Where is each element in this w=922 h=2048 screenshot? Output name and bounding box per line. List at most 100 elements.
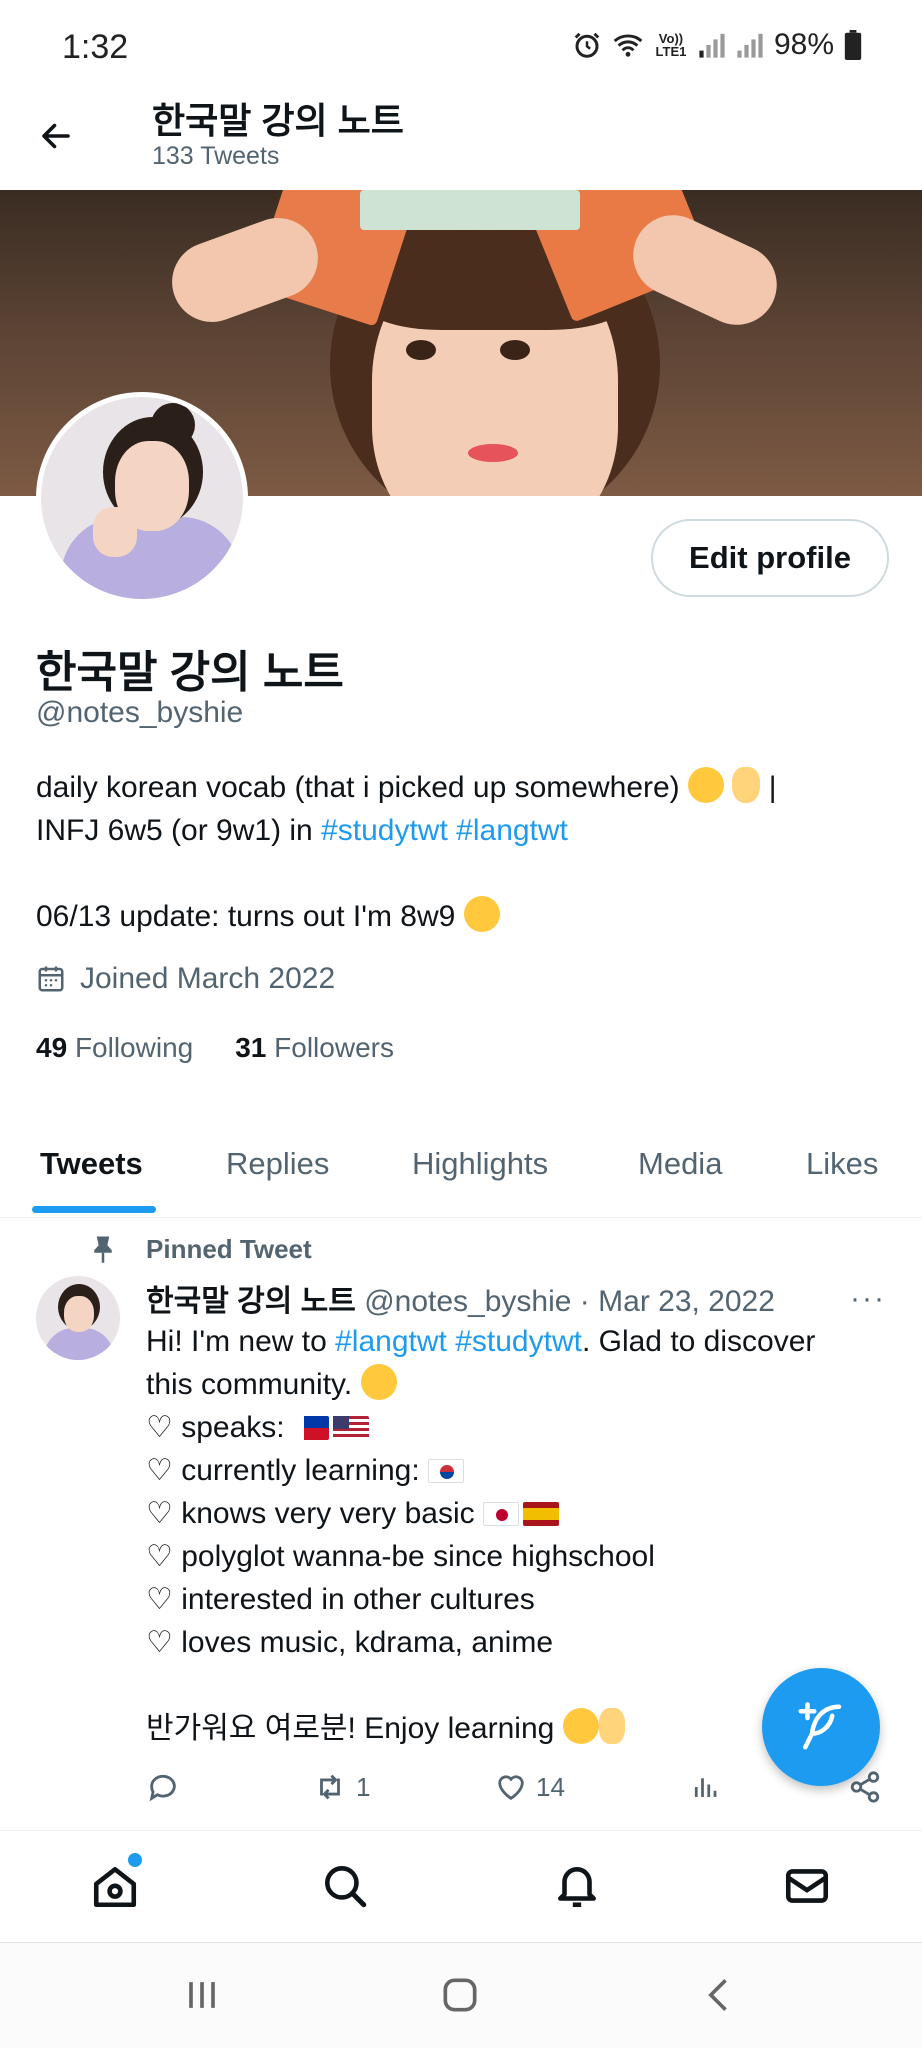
tab-tweets[interactable]: Tweets [40, 1146, 143, 1182]
philippines-flag-icon [292, 1416, 329, 1440]
compose-icon [798, 1702, 842, 1750]
tweet-line: Hi! I'm new to [146, 1325, 336, 1358]
hashtag-studytwt-link[interactable]: #studytwt [321, 814, 448, 847]
tweet-text: Hi! I'm new to #langtwt #studytwt. Glad … [146, 1320, 886, 1750]
views-icon [694, 1778, 717, 1797]
bio-line-1: daily korean vocab (that i picked up som… [36, 771, 680, 804]
wifi-icon [613, 34, 643, 57]
like-button[interactable]: 14 [494, 1770, 565, 1804]
spain-flag-icon [523, 1502, 559, 1526]
tweet-author-handle[interactable]: @notes_byshie [364, 1285, 571, 1318]
profile-name: 한국말 강의 노트 [36, 648, 344, 697]
status-icons: Vo)) LTE1 98% [572, 28, 862, 62]
retweet-button[interactable]: 1 [312, 1770, 370, 1804]
status-time: 1:32 [62, 28, 129, 66]
pin-icon [94, 1236, 112, 1263]
active-tab-indicator [32, 1206, 156, 1213]
nav-search[interactable] [318, 1859, 372, 1913]
views-button[interactable] [690, 1770, 720, 1804]
heart-icon [498, 1775, 524, 1801]
following-link[interactable]: 49 Following [36, 1032, 193, 1064]
japan-flag-icon [483, 1502, 519, 1526]
signal-icon-2 [737, 33, 763, 58]
nav-notifications[interactable] [550, 1859, 604, 1913]
back-arrow-icon [42, 123, 70, 149]
tab-highlights[interactable]: Highlights [412, 1146, 548, 1182]
smiling-face-emoji-icon [360, 1364, 397, 1400]
mail-icon [785, 1869, 829, 1903]
like-count: 14 [536, 1771, 565, 1802]
system-navigation-bar [0, 1942, 922, 2048]
grinning-sweat-emoji-icon [463, 896, 500, 932]
nav-messages[interactable] [780, 1859, 834, 1913]
south-korea-flag-icon [428, 1459, 465, 1483]
bio-line-2: INFJ 6w5 (or 9w1) in [36, 814, 322, 847]
tweet-actions: 1 14 [146, 1770, 886, 1820]
tweet-line: ♡ knows very very basic [146, 1497, 475, 1530]
bio-line-1-suffix: | [760, 771, 777, 804]
followers-label: Followers [274, 1032, 394, 1063]
victory-hand-emoji-icon [732, 767, 761, 803]
followers-count: 31 [235, 1032, 267, 1063]
bio-update: 06/13 update: turns out I'm 8w9 [36, 900, 456, 933]
grinning-sweat-emoji-icon [688, 767, 725, 803]
network-type-label: Vo)) LTE1 [655, 31, 687, 59]
compose-tweet-button[interactable] [762, 1668, 880, 1786]
tweet-line: ♡ interested in other cultures [146, 1583, 535, 1616]
bell-icon [558, 1867, 596, 1908]
reply-button[interactable] [146, 1770, 180, 1804]
tweet-line: ♡ polyglot wanna-be since highschool [146, 1540, 655, 1573]
header-title: 한국말 강의 노트 [152, 100, 404, 141]
ok-hand-emoji-icon [598, 1708, 625, 1744]
bottom-navigation [0, 1830, 922, 1940]
tweet-author-avatar[interactable] [36, 1276, 120, 1360]
tweet-author-name[interactable]: 한국말 강의 노트 [146, 1285, 356, 1318]
home-icon [93, 1867, 137, 1908]
profile-avatar[interactable] [36, 392, 248, 604]
following-count: 49 [36, 1032, 68, 1063]
pinned-tweet-label: Pinned Tweet [146, 1234, 312, 1264]
hashtag-studytwt-link[interactable]: #studytwt [455, 1325, 582, 1358]
profile-handle: @notes_byshie [36, 696, 244, 729]
tweet-line: 반가워요 여로분! Enjoy learning [146, 1712, 555, 1745]
battery-percent: 98% [773, 28, 834, 61]
profile-header-bar: 한국말 강의 노트 133 Tweets [0, 88, 922, 188]
usa-flag-icon [332, 1416, 369, 1440]
tab-media[interactable]: Media [638, 1146, 722, 1182]
system-back-icon[interactable] [698, 1973, 742, 2017]
home-button-icon[interactable] [438, 1973, 482, 2017]
reply-icon [149, 1774, 176, 1802]
profile-tabs: Tweets Replies Highlights Media Likes [0, 1126, 922, 1218]
tweet-line: ♡ speaks: [146, 1411, 285, 1444]
edit-profile-button[interactable]: Edit profile [651, 519, 889, 597]
tweet-date[interactable]: Mar 23, 2022 [598, 1285, 775, 1318]
joined-text: Joined March 2022 [80, 962, 336, 995]
calendar-icon [38, 966, 64, 992]
tweet-more-button[interactable]: ··· [850, 1282, 886, 1316]
header-tweet-count: 133 Tweets [152, 142, 280, 170]
retweet-icon [320, 1774, 340, 1800]
alarm-icon [574, 32, 600, 58]
tweet-separator: · [571, 1285, 599, 1318]
hashtag-langtwt-link[interactable]: #langtwt [335, 1325, 447, 1358]
winking-face-emoji-icon [562, 1708, 599, 1744]
tweet-header: 한국말 강의 노트 @notes_byshie · Mar 23, 2022 [146, 1276, 775, 1320]
tab-likes[interactable]: Likes [806, 1146, 878, 1182]
followers-link[interactable]: 31 Followers [235, 1032, 394, 1064]
recent-apps-icon[interactable] [180, 1973, 224, 2017]
joined-date: Joined March 2022 [36, 962, 335, 996]
follow-stats: 49 Following 31 Followers [36, 1032, 394, 1064]
hashtag-langtwt-link[interactable]: #langtwt [456, 814, 568, 847]
tweet-line: ♡ loves music, kdrama, anime [146, 1626, 554, 1659]
nav-home[interactable] [88, 1859, 142, 1913]
following-label: Following [74, 1032, 194, 1063]
battery-icon [844, 30, 862, 60]
home-notification-dot [128, 1853, 142, 1867]
tweet-line: . Glad to discover [581, 1325, 816, 1358]
status-bar: 1:32 Vo)) LTE1 98% [0, 0, 922, 88]
back-button[interactable] [30, 110, 82, 162]
profile-bio: daily korean vocab (that i picked up som… [36, 766, 896, 938]
tab-replies[interactable]: Replies [226, 1146, 329, 1182]
search-icon [325, 1866, 367, 1908]
retweet-count: 1 [356, 1771, 371, 1802]
